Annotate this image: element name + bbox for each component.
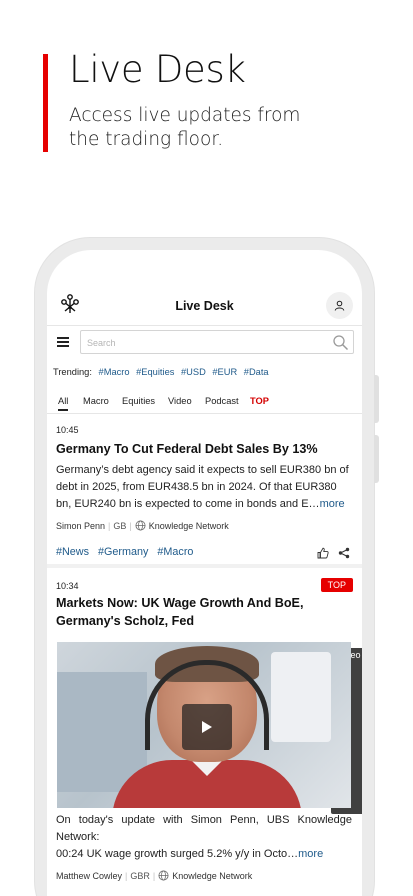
article-body-line: 00:24 UK wage growth surged 5.2% y/y in …: [56, 846, 352, 863]
author-region: GB: [113, 520, 127, 531]
phone-screen: Live Desk Trending: #Macro #Equities #US…: [47, 250, 362, 896]
trending-tag[interactable]: #Equities: [136, 367, 174, 377]
phone-side-button: [374, 435, 379, 483]
phone-side-button: [374, 375, 379, 423]
author-name[interactable]: Simon Penn: [56, 521, 105, 531]
hashtag[interactable]: #News: [56, 546, 89, 558]
article-body-text: Germany’s debt agency said it expects to…: [56, 464, 349, 510]
read-more-link[interactable]: more: [298, 848, 323, 860]
play-icon: [202, 721, 212, 733]
tab-all[interactable]: All: [58, 396, 69, 411]
article-headline[interactable]: Germany To Cut Federal Debt Sales By 13%: [56, 440, 352, 458]
user-icon: [334, 300, 345, 311]
trending-label: Trending:: [53, 367, 92, 377]
news-card[interactable]: 10:45 Germany To Cut Federal Debt Sales …: [47, 416, 362, 568]
app-title: Live Desk: [175, 299, 234, 313]
article-body-line: On today's update with Simon Penn, UBS K…: [56, 814, 352, 843]
trending-tag[interactable]: #Data: [244, 367, 269, 377]
hamburger-menu-icon[interactable]: [57, 337, 69, 347]
article-byline: Matthew Cowley | GBR | Knowledge Network: [56, 870, 253, 881]
article-body: On today's update with Simon Penn, UBS K…: [56, 812, 352, 863]
share-icon[interactable]: [338, 547, 350, 559]
article-body-text: 00:24 UK wage growth surged 5.2% y/y in …: [56, 848, 299, 860]
article-actions: [317, 547, 350, 559]
search-box: [80, 330, 354, 354]
search-input[interactable]: [87, 335, 327, 350]
article-time: 10:45: [56, 425, 79, 435]
globe-icon: [158, 870, 169, 881]
category-tabs: All Macro Equities Video Podcast TOP: [47, 392, 362, 414]
top-badge: TOP: [320, 578, 353, 592]
trending-bar: Trending: #Macro #Equities #USD #EUR #Da…: [53, 367, 269, 377]
search-icon[interactable]: [332, 334, 349, 351]
author-region: GBR: [130, 870, 150, 881]
article-time: 10:34: [56, 581, 79, 591]
promo-subtitle: Access live updates from the trading flo…: [69, 105, 301, 150]
tab-top[interactable]: TOP: [250, 396, 269, 406]
accent-bar: [43, 54, 48, 152]
source-name: Knowledge Network: [148, 520, 229, 531]
search-row: [47, 328, 362, 358]
app-bar: Live Desk: [47, 288, 362, 326]
promo-header: Live Desk Access live updates from the t…: [0, 0, 413, 240]
news-card[interactable]: 10:34 TOP Video Markets Now: UK Wage Gro…: [47, 572, 362, 896]
profile-button[interactable]: [326, 292, 353, 319]
promo-title: Live Desk: [69, 48, 246, 91]
video-thumbnail[interactable]: [57, 642, 351, 808]
tab-macro[interactable]: Macro: [83, 396, 109, 406]
source-name: Knowledge Network: [172, 870, 253, 881]
article-body: Germany’s debt agency said it expects to…: [56, 462, 352, 513]
hashtag[interactable]: #Macro: [157, 546, 193, 558]
globe-icon: [135, 520, 146, 531]
article-byline: Simon Penn | GB | Knowledge Network: [56, 520, 229, 531]
author-name[interactable]: Matthew Cowley: [56, 871, 122, 881]
hashtag[interactable]: #Germany: [98, 546, 148, 558]
thumbs-up-icon[interactable]: [317, 547, 329, 559]
trending-tag[interactable]: #EUR: [212, 367, 237, 377]
read-more-link[interactable]: more: [320, 498, 345, 510]
trending-tag[interactable]: #Macro: [99, 367, 130, 377]
tab-podcast[interactable]: Podcast: [205, 396, 239, 406]
article-badges: TOP Video: [320, 578, 362, 814]
play-button[interactable]: [182, 704, 232, 750]
tab-video[interactable]: Video: [168, 396, 192, 406]
tab-equities[interactable]: Equities: [122, 396, 155, 406]
article-headline[interactable]: Markets Now: UK Wage Growth And BoE, Ger…: [56, 594, 352, 630]
article-hashtags: #News #Germany #Macro: [56, 546, 199, 558]
trending-tag[interactable]: #USD: [181, 367, 206, 377]
